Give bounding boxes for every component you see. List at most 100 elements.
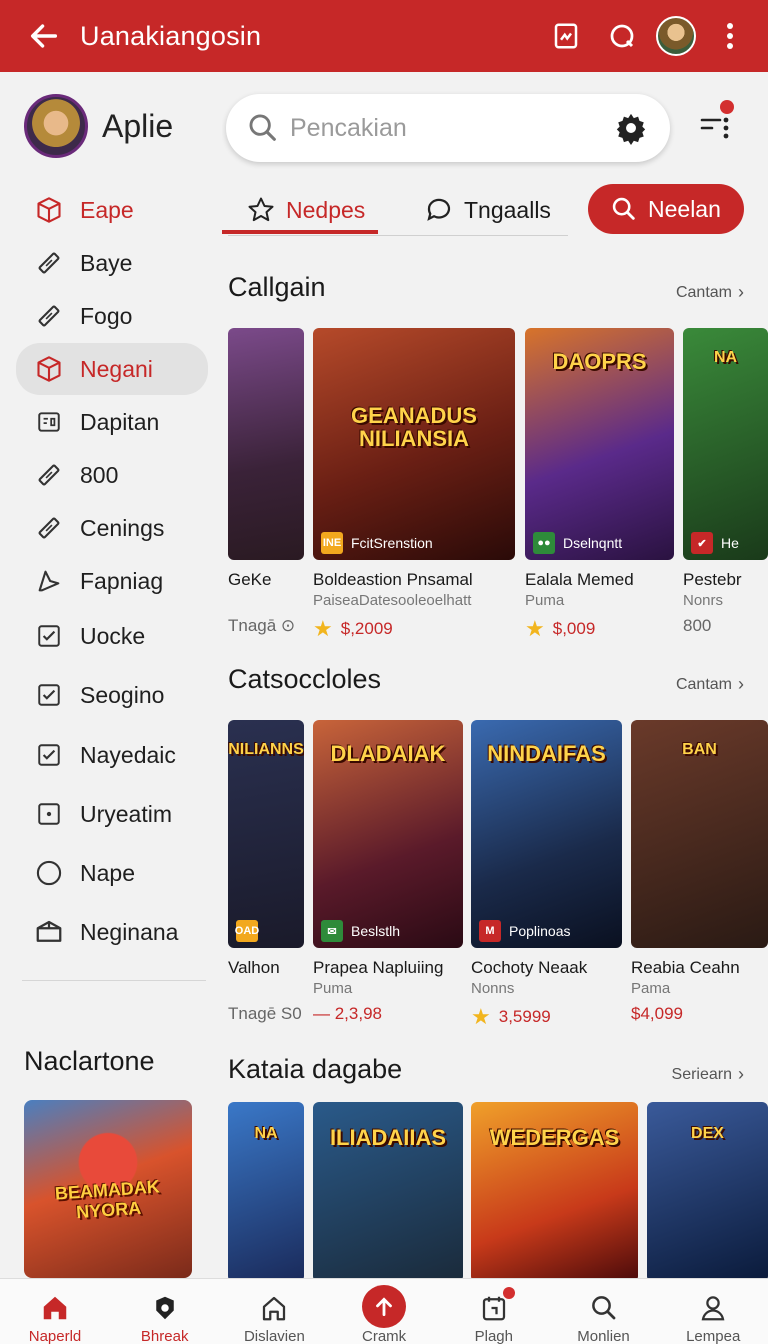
sidebar-divider bbox=[22, 980, 206, 981]
sidebar-item-label: Dapitan bbox=[80, 408, 160, 435]
sidebar-item-eape[interactable]: Eape bbox=[16, 184, 208, 236]
search-input[interactable] bbox=[290, 113, 610, 143]
cover-art-title: WEDERGAS bbox=[489, 1125, 620, 1150]
bookmark-icon[interactable] bbox=[544, 14, 588, 58]
promo-card[interactable]: BEAMADAK NYORA bbox=[24, 1100, 192, 1278]
sidebar-item-label: Fogo bbox=[80, 302, 133, 329]
game-price: ★ $,2009 bbox=[313, 616, 393, 642]
tag-icon bbox=[34, 513, 64, 543]
game-publisher: Puma bbox=[313, 980, 353, 997]
sidebar-item-negani[interactable]: Negani bbox=[16, 343, 208, 395]
sidebar-item-dapitan[interactable]: Dapitan bbox=[16, 396, 208, 448]
badge-icon: INE bbox=[321, 532, 343, 554]
sidebar-item-fogo[interactable]: Fogo bbox=[16, 290, 208, 342]
bottom-nav-bhreak[interactable]: Bhreak bbox=[110, 1279, 220, 1344]
game-price: $4,099 bbox=[631, 1004, 683, 1024]
search-button-label: Neelan bbox=[648, 195, 721, 222]
game-thumbnail: ILIADAIIAS bbox=[313, 1102, 463, 1278]
cover-art-title: BAN bbox=[682, 741, 717, 758]
tab-nedpes[interactable]: Nedpes bbox=[246, 184, 365, 236]
sidebar-item-800[interactable]: 800 bbox=[16, 449, 208, 501]
bottom-nav-dislavien[interactable]: Dislavien bbox=[219, 1279, 329, 1344]
section-more-link[interactable]: Cantam › bbox=[676, 282, 744, 303]
back-arrow-icon[interactable] bbox=[22, 14, 66, 58]
star-outline-icon bbox=[248, 197, 274, 222]
person-icon bbox=[696, 1291, 730, 1324]
bottom-nav-label: Naperld bbox=[28, 1328, 82, 1344]
gear-icon[interactable] bbox=[614, 111, 648, 145]
store-badge: ✔ He bbox=[691, 532, 739, 554]
game-thumbnail: NILIANNS OAD bbox=[228, 720, 304, 948]
more-vert-icon[interactable] bbox=[708, 14, 752, 58]
filter-icon[interactable] bbox=[698, 100, 734, 146]
game-title: Pestebr bbox=[683, 570, 742, 589]
game-price: 800 bbox=[683, 616, 711, 636]
sidebar-item-uocke[interactable]: Uocke bbox=[16, 608, 208, 664]
bottom-nav-monlien[interactable]: Monlien bbox=[549, 1279, 659, 1344]
bottom-nav-plagh[interactable]: Plagh bbox=[439, 1279, 549, 1344]
tab-tngaalls[interactable]: Tngaalls bbox=[424, 184, 551, 236]
cover-art-title: NILIANNS bbox=[228, 741, 304, 758]
game-title: Ealala Memed bbox=[525, 570, 634, 589]
game-publisher: PaiseaDatesooleoelhatt bbox=[313, 592, 472, 609]
search-button[interactable]: Neelan bbox=[588, 184, 744, 234]
game-title: Prapea Napluiing bbox=[313, 958, 444, 977]
package-icon bbox=[34, 917, 64, 947]
sidebar-item-nape[interactable]: Nape bbox=[16, 844, 208, 902]
section-more-link[interactable]: Cantam › bbox=[676, 674, 744, 695]
sidebar-item-neginana[interactable]: Neginana bbox=[16, 903, 208, 961]
sidebar-item-baye[interactable]: Baye bbox=[16, 237, 208, 289]
cover-art-title: DEX bbox=[691, 1125, 724, 1142]
game-price: ★ 3,5999 bbox=[471, 1004, 551, 1030]
tag-icon bbox=[34, 248, 64, 278]
badge-label: Dselnqntt bbox=[563, 535, 623, 551]
cover-art-title: GEANADUS NILIANSIA bbox=[351, 403, 477, 452]
game-publisher: Puma bbox=[525, 592, 565, 609]
star-icon: ★ bbox=[525, 616, 545, 641]
store-badge: ●● Dselnqntt bbox=[533, 532, 622, 554]
tag-icon bbox=[34, 301, 64, 331]
cover-art-title: DAOPRS bbox=[552, 349, 647, 374]
pennant-icon bbox=[34, 566, 64, 596]
cover-art-title: NA bbox=[713, 349, 738, 366]
sidebar-item-uryeatim[interactable]: Uryeatim bbox=[16, 785, 208, 843]
profile-name: Aplie bbox=[102, 107, 174, 144]
shield-icon bbox=[148, 1291, 182, 1324]
avatar bbox=[24, 94, 88, 158]
badge-label: Poplinoas bbox=[509, 923, 571, 939]
search-bar[interactable] bbox=[226, 94, 670, 162]
sidebar-item-label: Uryeatim bbox=[80, 800, 173, 827]
bottom-nav-label: Cramk bbox=[362, 1328, 407, 1344]
notification-dot bbox=[720, 100, 734, 114]
bottom-nav-naperld[interactable]: Naperld bbox=[0, 1279, 110, 1344]
section-title: Kataia dagabe bbox=[228, 1054, 403, 1084]
tab-label: Nedpes bbox=[286, 196, 366, 223]
sidebar-item-label: Cenings bbox=[80, 514, 165, 541]
price-value: 3,5999 bbox=[498, 1007, 551, 1026]
sidebar-item-seogino[interactable]: Seogino bbox=[16, 665, 208, 725]
badge-icon: ✔ bbox=[691, 532, 713, 554]
sidebar-item-cenings[interactable]: Cenings bbox=[16, 502, 208, 554]
price-value: $4,099 bbox=[631, 1004, 683, 1023]
game-thumbnail: DEX bbox=[647, 1102, 768, 1278]
sidebar-item-fapniag[interactable]: Fapniag bbox=[16, 555, 208, 607]
store-badge: M Poplinoas bbox=[479, 920, 571, 942]
game-price: ★ $,009 bbox=[525, 616, 595, 642]
notification-dot bbox=[502, 1287, 515, 1299]
id-card-icon bbox=[34, 407, 64, 437]
user-avatar-small[interactable] bbox=[656, 16, 696, 56]
sidebar-item-label: Seogino bbox=[80, 681, 165, 708]
bottom-nav-cramk[interactable]: Cramk bbox=[329, 1279, 439, 1344]
chat-search-icon[interactable] bbox=[600, 14, 644, 58]
tag-icon bbox=[34, 460, 64, 490]
sidebar-item-label: Nayedaic bbox=[80, 741, 176, 768]
circle-icon bbox=[34, 858, 64, 888]
tabs: Nedpes Tngaalls bbox=[228, 184, 568, 236]
sidebar-item-nayedaic[interactable]: Nayedaic bbox=[16, 726, 208, 784]
game-thumbnail: DAOPRS ●● Dselnqntt bbox=[525, 328, 674, 560]
profile[interactable]: Aplie bbox=[24, 94, 173, 158]
section-more-link[interactable]: Seriearn › bbox=[672, 1064, 744, 1085]
badge-icon: ●● bbox=[533, 532, 555, 554]
sidebar-item-label: Nape bbox=[80, 859, 135, 886]
bottom-nav-lempea[interactable]: Lempea bbox=[658, 1279, 768, 1344]
